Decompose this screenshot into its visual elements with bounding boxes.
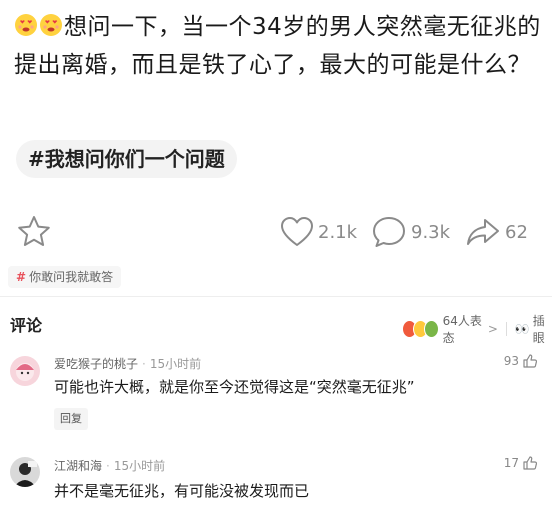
- ask-chip-label: 你敢问我就敢答: [29, 270, 114, 284]
- like-button[interactable]: 2.1k: [280, 214, 357, 250]
- comment-time: 15小时前: [149, 357, 202, 371]
- thumbs-up-icon: [523, 354, 538, 368]
- post-body: 想问一下，当一个34岁的男人突然毫无征兆的提出离婚，而且是铁了心了，最大的可能是…: [14, 8, 542, 84]
- comment-like-count: 17: [503, 456, 519, 470]
- avatar[interactable]: [10, 356, 40, 386]
- separator: [505, 322, 507, 336]
- comment-time: 15小时前: [113, 459, 166, 473]
- reply-button[interactable]: 回复: [54, 408, 88, 430]
- post-text: 想问一下，当一个34岁的男人突然毫无征兆的提出离婚，而且是铁了心了，最大的可能是…: [14, 14, 541, 78]
- comment-meta: 爱吃猴子的桃子 · 15小时前: [54, 357, 202, 371]
- action-bar: 2.1k 9.3k 62: [0, 212, 552, 254]
- comment-text: 可能也许大概，就是你至今还觉得这是“突然毫无征兆”: [54, 378, 415, 396]
- star-icon[interactable]: [16, 214, 52, 250]
- comment-like-button[interactable]: 17: [504, 455, 538, 471]
- peek-label[interactable]: 插眼: [533, 312, 552, 346]
- comment-author[interactable]: 爱吃猴子的桃子: [54, 357, 138, 371]
- thumbs-up-icon: [523, 456, 538, 470]
- comment-count: 9.3k: [411, 221, 451, 243]
- divider: [0, 296, 552, 297]
- hash-icon: #: [16, 270, 27, 284]
- avatar-image-icon: [10, 356, 40, 386]
- reactions-summary[interactable]: 64人表态 > 👀 插眼: [402, 312, 552, 346]
- like-count: 2.1k: [318, 221, 358, 243]
- eyes-icon: 👀: [514, 322, 530, 336]
- avatar[interactable]: [10, 457, 40, 487]
- ask-me-chip[interactable]: # 你敢问我就敢答: [8, 266, 122, 288]
- love-face-emoji-icon: [15, 14, 37, 36]
- comments-title: 评论: [10, 316, 43, 335]
- heart-icon: [281, 217, 313, 246]
- reactions-count: 64人表态: [442, 314, 482, 345]
- crown-emoji-icon: [423, 320, 439, 338]
- share-button[interactable]: 62: [465, 214, 528, 250]
- comment-author[interactable]: 江湖和海: [54, 459, 102, 473]
- chevron-right-icon: >: [487, 322, 498, 336]
- comment-meta: 江湖和海 · 15小时前: [54, 459, 166, 473]
- share-arrow-icon: [467, 219, 499, 245]
- share-count: 62: [505, 221, 528, 243]
- comment-bubble-icon: [373, 217, 405, 247]
- comment-like-count: 93: [503, 354, 519, 368]
- comment-text: 并不是毫无征兆，有可能没被发现而已: [54, 482, 310, 500]
- comments-header: 评论 64人表态 > 👀 插眼: [0, 304, 552, 345]
- love-face-emoji-icon: [40, 14, 62, 36]
- avatar-image-icon: [10, 457, 40, 487]
- comment-like-button[interactable]: 93: [504, 353, 538, 369]
- topic-tag[interactable]: #我想问你们一个问题: [16, 140, 237, 178]
- comment-button[interactable]: 9.3k: [371, 214, 450, 250]
